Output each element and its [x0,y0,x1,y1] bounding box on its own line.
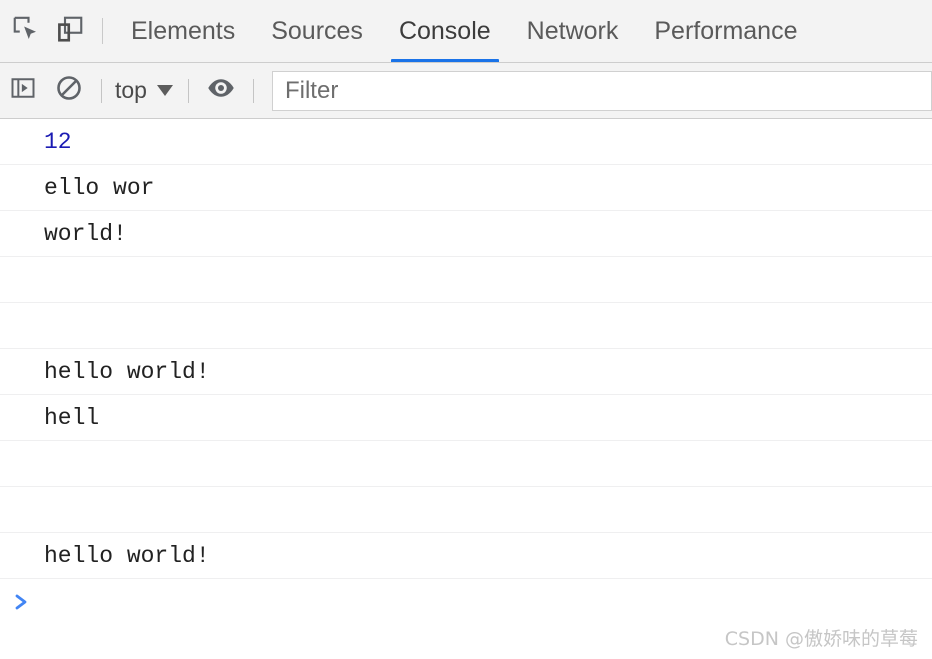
console-toolbar-divider-3 [252,78,254,103]
console-message-text: ello wor [44,174,155,201]
tab-sources-label: Sources [271,16,363,45]
live-expression-button[interactable] [198,69,244,113]
tab-network-label: Network [526,16,619,45]
tab-network[interactable]: Network [509,0,637,62]
device-toolbar-button[interactable] [48,9,92,53]
inspect-element-button[interactable] [4,9,48,53]
console-message-row[interactable]: hell [0,395,932,441]
filter-input[interactable] [284,76,919,105]
console-message-text: hell [44,404,100,431]
console-message-row[interactable]: hello world! [0,533,932,579]
devtools-tabbar: Elements Sources Console Network Perform… [0,0,932,63]
console-message-list[interactable]: 12 ello wor world! hello world! hell hel… [0,119,932,659]
tab-sources[interactable]: Sources [253,0,381,62]
console-message-row[interactable]: world! [0,211,932,257]
tab-performance[interactable]: Performance [636,0,815,62]
tab-performance-label: Performance [654,16,798,45]
tab-console-label: Console [398,16,491,45]
console-toolbar: top [0,63,932,119]
filter-field[interactable] [271,70,932,111]
console-prompt-input[interactable] [42,589,932,615]
tabbar-divider [102,18,103,44]
console-message-text: world! [44,220,127,247]
prompt-chevron-icon [12,590,32,614]
inspect-element-icon [11,14,41,49]
console-message-row[interactable] [0,441,932,487]
console-message-row[interactable]: 12 [0,119,932,165]
console-message-row[interactable] [0,487,932,533]
clear-console-icon [55,74,83,107]
tab-elements[interactable]: Elements [113,0,253,62]
console-message-row[interactable] [0,303,932,349]
devtools-window: Elements Sources Console Network Perform… [0,0,932,659]
console-message-row[interactable]: hello world! [0,349,932,395]
eye-icon [206,73,236,108]
clear-console-button[interactable] [46,69,92,113]
console-sidebar-toggle-button[interactable] [0,69,46,113]
console-sidebar-icon [9,74,37,107]
console-message-row[interactable] [0,257,932,303]
console-prompt-row[interactable] [0,579,932,625]
tab-console[interactable]: Console [381,0,509,62]
tab-elements-label: Elements [131,16,236,45]
device-toolbar-icon [55,14,85,49]
execution-context-label: top [115,77,147,103]
console-message-text: 12 [44,128,72,155]
console-message-text: hello world! [44,542,210,569]
console-toolbar-divider-2 [187,78,189,103]
chevron-down-icon [156,85,173,96]
execution-context-selector[interactable]: top [111,77,179,104]
console-message-row[interactable]: ello wor [0,165,932,211]
console-message-text: hello world! [44,358,210,385]
console-toolbar-divider-1 [101,78,102,103]
